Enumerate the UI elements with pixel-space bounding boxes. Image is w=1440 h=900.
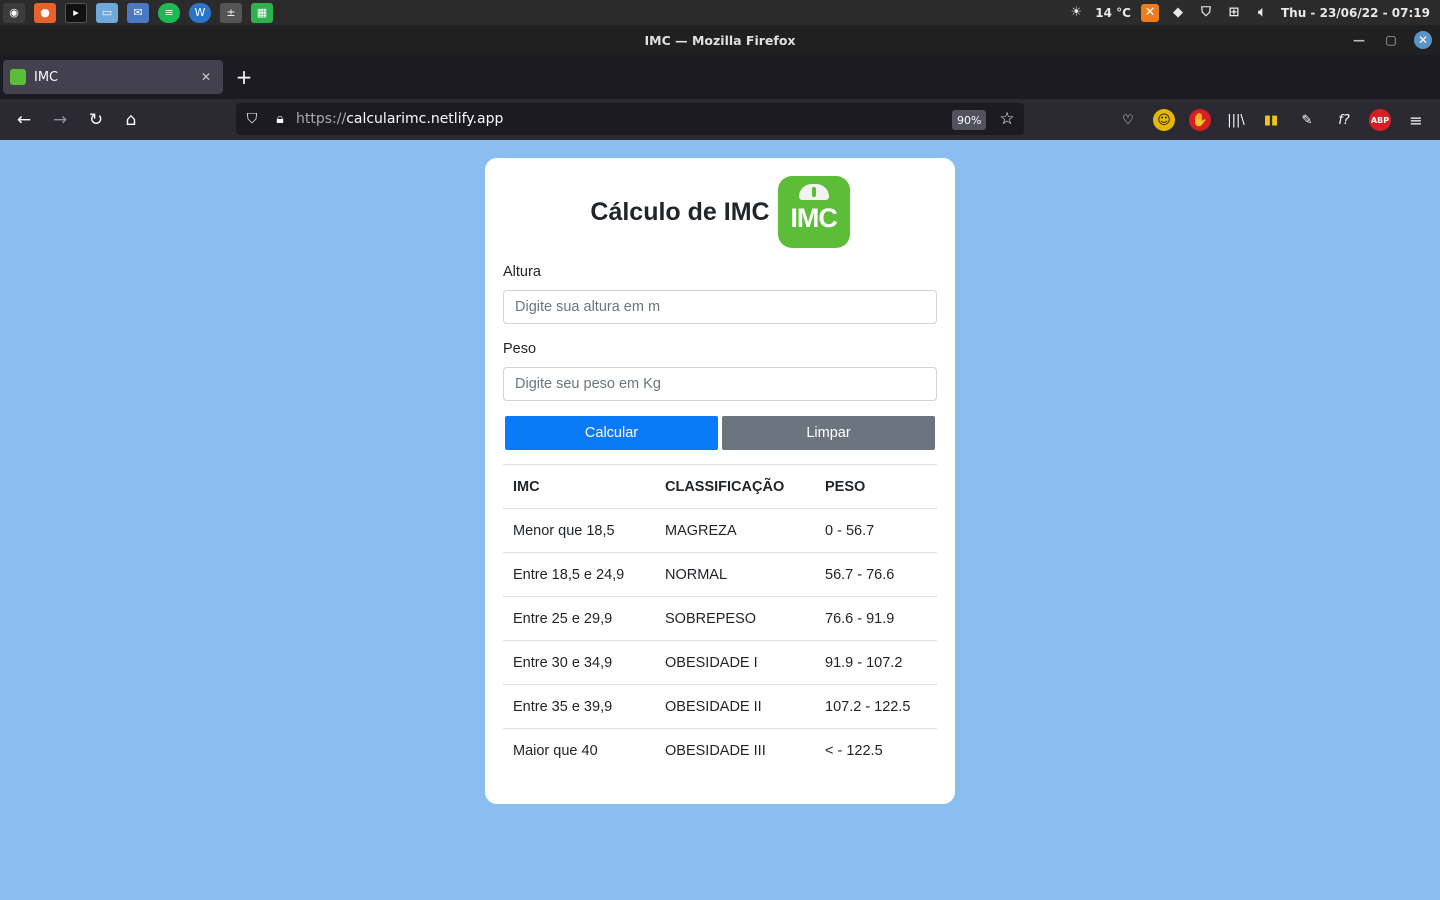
red-extension-icon[interactable]: ✋ <box>1189 109 1211 131</box>
cell-classificacao: NORMAL <box>655 552 815 597</box>
cell-imc: Entre 35 e 39,9 <box>503 684 655 729</box>
writer-launcher-icon[interactable]: W <box>189 2 211 23</box>
cell-classificacao: OBESIDADE III <box>655 728 815 773</box>
library-icon[interactable]: |||\ <box>1225 109 1247 131</box>
linux-mint-menu-icon[interactable]: ◉ <box>3 2 25 23</box>
imc-logo: IMC <box>777 176 850 248</box>
xampp-tray-icon[interactable]: ✕ <box>1140 3 1159 22</box>
back-arrow-icon[interactable]: ← <box>12 108 36 132</box>
cell-imc: Entre 25 e 29,9 <box>503 596 655 641</box>
limpar-button[interactable]: Limpar <box>722 416 935 450</box>
weather-temperature: 14 °C <box>1095 5 1131 20</box>
home-icon[interactable]: ⌂ <box>119 108 143 132</box>
pocket-icon[interactable]: ♡ <box>1117 109 1139 131</box>
table-row: Entre 25 e 29,9 SOBREPESO 76.6 - 91.9 <box>503 596 937 641</box>
logo-text: IMC <box>790 203 838 233</box>
cell-peso: 76.6 - 91.9 <box>815 596 937 641</box>
zoom-level-badge[interactable]: 90% <box>952 110 987 130</box>
cell-classificacao: MAGREZA <box>655 508 815 553</box>
window-title: IMC — Mozilla Firefox <box>644 32 796 48</box>
table-row: Entre 35 e 39,9 OBESIDADE II 107.2 - 122… <box>503 684 937 729</box>
cell-peso: 56.7 - 76.6 <box>815 552 937 597</box>
header-peso: PESO <box>815 464 937 509</box>
cell-classificacao: OBESIDADE II <box>655 684 815 729</box>
calcular-button[interactable]: Calcular <box>505 416 718 450</box>
close-window-icon[interactable]: ✕ <box>1414 31 1432 49</box>
url-scheme: https:// <box>296 111 347 127</box>
cell-peso: 107.2 - 122.5 <box>815 684 937 729</box>
weather-widget[interactable]: ☀ 14 °C <box>1067 4 1131 22</box>
tab-strip: IMC ✕ + <box>0 55 1440 99</box>
table-header-row: IMC CLASSIFICAÇÃO PESO <box>503 464 937 509</box>
eyedropper-icon[interactable]: ✎ <box>1296 109 1318 131</box>
imc-table: IMC CLASSIFICAÇÃO PESO Menor que 18,5 MA… <box>503 464 937 773</box>
cell-peso: 91.9 - 107.2 <box>815 640 937 685</box>
sun-icon: ☀ <box>1070 5 1083 20</box>
terminal-launcher-icon[interactable]: ▸ <box>65 2 87 23</box>
tab-imc[interactable]: IMC ✕ <box>3 60 223 94</box>
cell-imc: Entre 30 e 34,9 <box>503 640 655 685</box>
new-tab-button[interactable]: + <box>234 67 254 87</box>
lock-icon[interactable]: 🔒︎ <box>270 109 290 129</box>
close-tab-icon[interactable]: ✕ <box>197 68 215 86</box>
navigation-bar: ← → ↻ ⌂ ⛉ 🔒︎ https://calcularimc.netlify… <box>0 99 1440 140</box>
adblock-plus-icon[interactable]: ABP <box>1369 109 1391 131</box>
imc-favicon-icon <box>10 69 26 85</box>
table-row: Menor que 18,5 MAGREZA 0 - 56.7 <box>503 508 937 553</box>
url-bar[interactable]: ⛉ 🔒︎ https://calcularimc.netlify.app 90%… <box>236 103 1024 135</box>
volume-tray-icon[interactable]: 🔈︎ <box>1253 4 1271 22</box>
reload-icon[interactable]: ↻ <box>84 108 108 132</box>
table-row: Entre 18,5 e 24,9 NORMAL 56.7 - 76.6 <box>503 552 937 597</box>
peso-input[interactable] <box>503 367 937 401</box>
hamburger-menu-icon[interactable]: ≡ <box>1405 109 1427 131</box>
cell-peso: < - 122.5 <box>815 728 937 773</box>
window-titlebar: IMC — Mozilla Firefox — ▢ ✕ <box>0 25 1440 55</box>
calculator-launcher-icon[interactable]: ± <box>220 2 242 23</box>
cell-imc: Entre 18,5 e 24,9 <box>503 552 655 597</box>
os-top-panel: ◉ ● ▸ ▭ ✉ ≡ W ± ▦ ☀ 14 °C ✕ ◆ ⛉ ⊞ 🔈︎ Thu… <box>0 0 1440 25</box>
imc-card: Cálculo de IMC IMC Altura Peso Calcular … <box>485 158 955 804</box>
profile-extension-icon[interactable]: ☺ <box>1153 109 1175 131</box>
cell-classificacao: OBESIDADE I <box>655 640 815 685</box>
page-title: Cálculo de IMC <box>590 197 770 226</box>
peso-label: Peso <box>503 341 537 357</box>
url-host: calcularimc.netlify.app <box>346 111 504 127</box>
header-classificacao: CLASSIFICAÇÃO <box>655 464 815 509</box>
bookmark-star-icon[interactable]: ☆ <box>996 108 1018 130</box>
clock[interactable]: Thu - 23/06/22 - 07:19 <box>1281 6 1430 20</box>
network-tray-icon[interactable]: ⊞ <box>1225 4 1243 22</box>
maximize-icon[interactable]: ▢ <box>1382 31 1400 49</box>
header-imc: IMC <box>503 464 655 509</box>
minimize-icon[interactable]: — <box>1350 31 1368 49</box>
shield-tray-icon[interactable]: ⛉ <box>1197 4 1215 22</box>
table-row: Entre 30 e 34,9 OBESIDADE I 91.9 - 107.2 <box>503 640 937 685</box>
spreadsheet-launcher-icon[interactable]: ▦ <box>251 2 273 23</box>
cell-imc: Maior que 40 <box>503 728 655 773</box>
url-text[interactable]: https://calcularimc.netlify.app <box>296 111 503 127</box>
altura-input[interactable] <box>503 290 937 324</box>
tab-label: IMC <box>34 69 59 85</box>
dropbox-tray-icon[interactable]: ◆ <box>1169 4 1187 22</box>
cell-imc: Menor que 18,5 <box>503 508 655 553</box>
table-row: Maior que 40 OBESIDADE III < - 122.5 <box>503 728 937 773</box>
firefox-launcher-icon[interactable]: ● <box>34 2 56 23</box>
cell-classificacao: SOBREPESO <box>655 596 815 641</box>
cell-peso: 0 - 56.7 <box>815 508 937 553</box>
function-extension-icon[interactable]: f? <box>1333 109 1355 131</box>
spotify-launcher-icon[interactable]: ≡ <box>158 2 180 23</box>
title-row: Cálculo de IMC IMC <box>485 176 955 248</box>
mail-launcher-icon[interactable]: ✉ <box>127 2 149 23</box>
files-launcher-icon[interactable]: ▭ <box>96 2 118 23</box>
forward-arrow-icon[interactable]: → <box>48 108 72 132</box>
altura-label: Altura <box>503 264 541 280</box>
tracking-shield-icon[interactable]: ⛉ <box>242 109 262 129</box>
colorful-bars-extension-icon[interactable]: ▮▮ <box>1260 109 1282 131</box>
scale-icon <box>798 184 829 200</box>
